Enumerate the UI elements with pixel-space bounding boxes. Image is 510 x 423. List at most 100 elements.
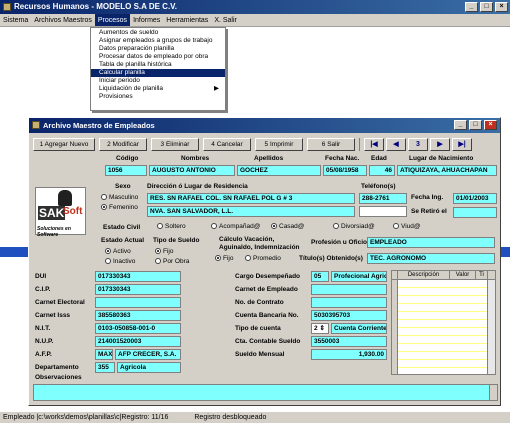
menu-item-iniciar-periodo[interactable]: Iniciar periodo bbox=[91, 77, 225, 85]
radio-icon bbox=[245, 255, 251, 262]
menu-herramientas[interactable]: Herramientas bbox=[163, 14, 211, 26]
close-icon[interactable]: × bbox=[495, 2, 508, 12]
cargo-name-field[interactable]: Profecional Agricola bbox=[331, 271, 387, 282]
company-logo: SAK Soft Soluciones en Software bbox=[35, 187, 86, 238]
previous-record-icon[interactable]: ◀ bbox=[386, 137, 406, 151]
menu-salir[interactable]: X. Salir bbox=[211, 14, 240, 26]
search-record-icon[interactable]: 3 bbox=[408, 137, 428, 151]
estado-civil-casado-radio[interactable]: Casad@ bbox=[271, 223, 304, 230]
fecha-ing-field[interactable]: 01/01/2003 bbox=[453, 193, 497, 204]
maximize-icon[interactable]: □ bbox=[480, 2, 493, 12]
grid-header-tipo[interactable]: Ti bbox=[476, 271, 488, 279]
telefono-field-2[interactable] bbox=[359, 206, 407, 217]
next-record-icon[interactable]: ▶ bbox=[430, 137, 450, 151]
estado-inactivo-radio[interactable]: Inactivo bbox=[105, 258, 135, 265]
cta-contable-label: Cta. Contable Sueldo bbox=[235, 338, 301, 345]
menu-item-liquidacion[interactable]: Liquidación de planilla ▶ bbox=[91, 85, 225, 93]
nit-field[interactable]: 0103-050858-001-0 bbox=[95, 323, 181, 334]
tipo-sueldo-fijo-radio[interactable]: Fijo bbox=[155, 248, 173, 255]
delete-button[interactable]: 3 Eliminar bbox=[151, 137, 199, 151]
deductions-grid[interactable]: Descripción Valor Ti bbox=[391, 270, 496, 375]
menu-informes[interactable]: Informes bbox=[130, 14, 163, 26]
calculo-fijo-radio[interactable]: Fijo bbox=[215, 255, 233, 262]
menu-item-procesar-datos[interactable]: Procesar datos de empleado por obra bbox=[91, 53, 225, 61]
carnet-electoral-field[interactable] bbox=[95, 297, 181, 308]
estado-civil-viudo-radio[interactable]: Viud@ bbox=[393, 223, 421, 230]
toolbar: 1 Agregar Nuevo 2 Modificar 3 Eliminar 4… bbox=[33, 137, 498, 151]
exit-button[interactable]: 6 Salir bbox=[307, 137, 355, 151]
print-button[interactable]: 5 Imprimir bbox=[255, 137, 303, 151]
se-retiro-field[interactable] bbox=[453, 207, 497, 218]
menu-item-datos-preparacion[interactable]: Datos preparación planilla bbox=[91, 45, 225, 53]
window-icon[interactable] bbox=[32, 121, 40, 129]
cta-contable-field[interactable]: 3550003 bbox=[311, 336, 387, 347]
sexo-masculino-radio[interactable]: Masculino bbox=[101, 194, 138, 201]
grid-body[interactable] bbox=[392, 280, 495, 374]
grid-scrollbar[interactable] bbox=[487, 280, 495, 374]
menu-archivos-maestros[interactable]: Archivos Maestros bbox=[31, 14, 95, 26]
grid-header-valor[interactable]: Valor bbox=[450, 271, 476, 279]
estado-civil-soltero-radio[interactable]: Soltero bbox=[157, 223, 186, 230]
status-path: Empleado |c:\works\demos\planillas\c|Reg… bbox=[3, 414, 169, 421]
observaciones-textarea[interactable] bbox=[33, 384, 498, 401]
menu-item-tabla-historica[interactable]: Tabla de planilla histórica bbox=[91, 61, 225, 69]
tipo-cuenta-spinner[interactable]: 2 ⇕ bbox=[311, 323, 329, 334]
departamento-name-field[interactable]: Agricola bbox=[117, 362, 181, 373]
apellidos-field[interactable]: GOCHEZ bbox=[237, 165, 321, 176]
estado-civil-acompanado-radio[interactable]: Acompañad@ bbox=[211, 223, 260, 230]
departamento-code-field[interactable]: 355 bbox=[95, 362, 115, 373]
observaciones-scrollbar[interactable] bbox=[489, 385, 497, 400]
minimize-icon[interactable]: _ bbox=[454, 120, 467, 130]
afp-code-field[interactable]: MAX bbox=[95, 349, 113, 360]
maximize-icon[interactable]: □ bbox=[469, 120, 482, 130]
menu-sistema[interactable]: Sistema bbox=[0, 14, 31, 26]
tipo-cuenta-name-field[interactable]: Cuenta Corriente bbox=[331, 323, 387, 334]
carnet-empleado-field[interactable] bbox=[311, 284, 387, 295]
modify-button[interactable]: 2 Modificar bbox=[99, 137, 147, 151]
sexo-femenino-radio[interactable]: Femenino bbox=[101, 204, 138, 211]
close-icon[interactable]: × bbox=[484, 120, 497, 130]
cancel-button[interactable]: 4 Cancelar bbox=[203, 137, 251, 151]
estado-activo-radio[interactable]: Activo bbox=[105, 248, 131, 255]
edad-field[interactable]: 46 bbox=[369, 165, 395, 176]
codigo-field[interactable]: 1056 bbox=[105, 165, 147, 176]
dui-field[interactable]: 017330343 bbox=[95, 271, 181, 282]
employee-master-window: Archivo Maestro de Empleados _ □ × 1 Agr… bbox=[28, 117, 501, 406]
menu-procesos[interactable]: Procesos bbox=[94, 14, 131, 26]
sueldo-field[interactable]: 1,930.00 bbox=[311, 349, 387, 360]
afp-label: A.F.P. bbox=[35, 351, 52, 358]
menu-item-provisiones[interactable]: Provisiones bbox=[91, 93, 225, 101]
menu-item-calcular-planilla[interactable]: Calcular planilla bbox=[91, 69, 225, 77]
cip-field[interactable]: 017330343 bbox=[95, 284, 181, 295]
telefono-field[interactable]: 288-2761 bbox=[359, 193, 407, 204]
titulos-field[interactable]: TEC. AGRONOMO bbox=[367, 253, 495, 264]
afp-name-field[interactable]: AFP CRECER, S.A. bbox=[115, 349, 181, 360]
estado-civil-divorciado-radio[interactable]: Divorsiad@ bbox=[333, 223, 375, 230]
lugar-nac-field[interactable]: ATIQUIZAYA, AHUACHAPAN bbox=[397, 165, 497, 176]
grid-header-descripcion[interactable]: Descripción bbox=[398, 271, 450, 279]
direccion-line1-field[interactable]: RES. SN RAFAEL COL. SN RAFAEL POL G # 3 bbox=[147, 193, 355, 204]
menu-item-asignar-empleados[interactable]: Asignar empleados a grupos de trabajo bbox=[91, 37, 225, 45]
sexo-label: Sexo bbox=[115, 183, 131, 190]
no-contrato-label: No. de Contrato bbox=[235, 299, 284, 306]
profesion-field[interactable]: EMPLEADO bbox=[367, 237, 495, 248]
app-icon[interactable] bbox=[3, 3, 11, 11]
cargo-code-field[interactable]: 05 bbox=[311, 271, 329, 282]
spinner-icon[interactable]: ⇕ bbox=[319, 325, 324, 332]
direccion-line2-field[interactable]: NVA. SAN SALVADOR, L.L. bbox=[147, 206, 355, 217]
last-record-icon[interactable]: ▶| bbox=[452, 137, 472, 151]
nup-field[interactable]: 214001520003 bbox=[95, 336, 181, 347]
no-contrato-field[interactable] bbox=[311, 297, 387, 308]
add-new-button[interactable]: 1 Agregar Nuevo bbox=[33, 137, 95, 151]
calculo-promedio-radio[interactable]: Promedio bbox=[245, 255, 281, 262]
apellidos-label: Apellidos bbox=[254, 155, 284, 162]
cuenta-bancaria-field[interactable]: 5030395703 bbox=[311, 310, 387, 321]
tipo-sueldo-obra-radio[interactable]: Por Obra bbox=[155, 258, 189, 265]
menu-item-aumentos[interactable]: Aumentos de sueldo bbox=[91, 29, 225, 37]
carnet-isss-field[interactable]: 385580363 bbox=[95, 310, 181, 321]
first-record-icon[interactable]: |◀ bbox=[364, 137, 384, 151]
minimize-icon[interactable]: _ bbox=[465, 2, 478, 12]
nombres-field[interactable]: AUGUSTO ANTONIO bbox=[149, 165, 235, 176]
fecha-nac-field[interactable]: 05/08/1958 bbox=[323, 165, 367, 176]
departamento-label: Departamento bbox=[35, 364, 79, 371]
